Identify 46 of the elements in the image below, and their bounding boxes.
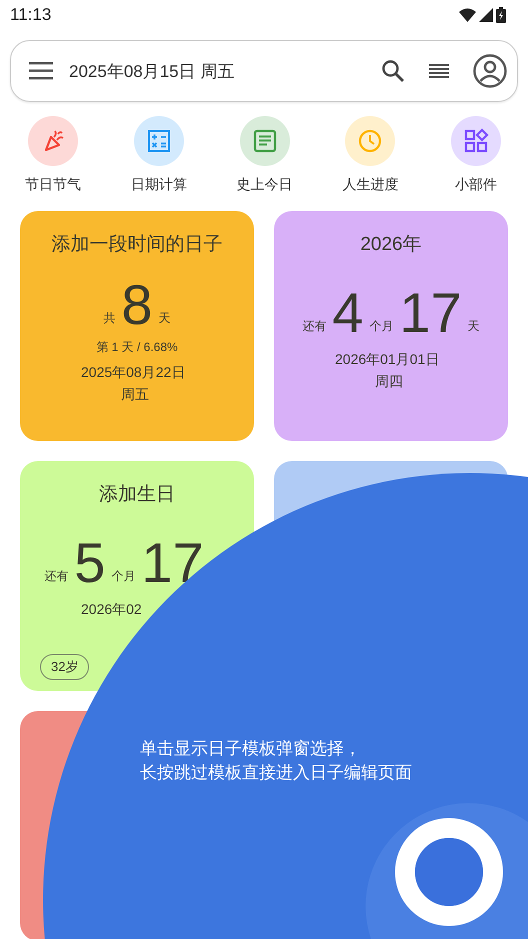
count-number: 8 (121, 275, 153, 335)
count-unit: 还有 (302, 318, 326, 335)
wifi-icon (459, 8, 476, 22)
target-date: 2026年01月01日 (335, 351, 440, 369)
target-date: 2026年02 (81, 601, 142, 619)
count-number: 5 (74, 533, 106, 593)
count-unit: 天 (158, 310, 171, 327)
shortcut-label[interactable]: 人生进度 (342, 176, 398, 194)
target-date: 2025年08月22日 (81, 364, 186, 382)
weekday-label: 周五 (121, 386, 149, 404)
battery-icon (496, 7, 506, 23)
count-number: 17 (399, 283, 462, 343)
count-unit: 还有 (44, 568, 68, 585)
count-number: 4 (332, 283, 364, 343)
count-unit: 天 (468, 318, 480, 335)
shortcut-label[interactable]: 节日节气 (25, 176, 81, 194)
hint-text: 长按跳过模板直接进入日子编辑页面 (140, 762, 412, 784)
card-title: 2026年 (360, 233, 422, 257)
shortcut-label[interactable]: 日期计算 (130, 176, 187, 194)
search-icon[interactable] (381, 59, 405, 83)
count-unit: 个月 (111, 568, 136, 585)
spotlight-overlay[interactable] (43, 473, 528, 939)
avatar-icon[interactable] (473, 54, 507, 88)
count-unit: 个月 (369, 318, 394, 335)
search-bar[interactable]: 2025年08月15日 周五 (10, 40, 518, 102)
card-title: 添加一段时间的日子 (52, 233, 222, 257)
day-card[interactable]: 添加一段时间的日子 共 8 天 第 1 天 / 6.68% 2025年08月22日 周五 (20, 211, 254, 441)
tag-chip: 32岁 (40, 654, 90, 680)
weekday-label: 周四 (375, 373, 403, 391)
status-time: 11:13 (10, 5, 52, 25)
shortcut-button[interactable] (240, 116, 290, 166)
shortcut-button[interactable] (451, 116, 501, 166)
target-ring-icon[interactable] (395, 818, 503, 926)
shortcut-label[interactable]: 史上今日 (236, 176, 292, 194)
shortcut-label[interactable]: 小部件 (455, 176, 497, 194)
hint-text: 单击显示日子模板弹窗选择， (140, 738, 362, 760)
day-card[interactable]: 2026年 还有 4 个月 17 天 2026年01月01日 周四 (274, 211, 508, 441)
card-title: 添加生日 (99, 483, 175, 507)
count-number: 17 (141, 533, 204, 593)
list-icon[interactable] (429, 63, 449, 79)
progress-text: 第 1 天 / 6.68% (96, 339, 178, 356)
search-date: 2025年08月15日 周五 (69, 60, 236, 82)
shortcut-button[interactable] (28, 116, 78, 166)
signal-icon (479, 8, 493, 22)
count-unit: 共 (103, 310, 116, 327)
menu-icon[interactable] (29, 61, 55, 81)
